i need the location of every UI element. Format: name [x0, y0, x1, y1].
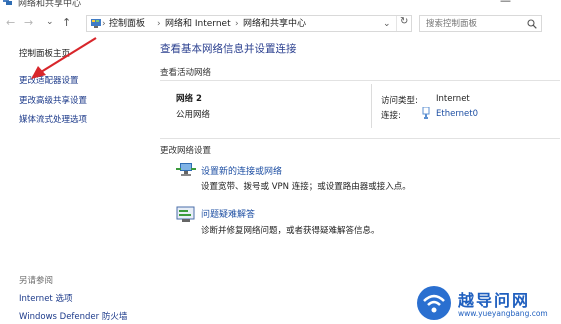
- divider: [160, 80, 560, 81]
- breadcrumb-separator: ›: [157, 19, 161, 29]
- address-dropdown-button[interactable]: ⌄: [383, 17, 391, 31]
- change-settings-heading: 更改网络设置: [160, 146, 212, 156]
- page-title: 查看基本网络信息并设置连接: [160, 43, 297, 55]
- divider: [371, 84, 372, 128]
- watermark: 越导问网 www.yueyangbang.com: [416, 283, 561, 324]
- wifi-logo-icon: [417, 286, 451, 320]
- divider: [160, 138, 560, 139]
- access-type-label: 访问类型:: [381, 96, 418, 106]
- see-also-defender-firewall[interactable]: Windows Defender 防火墙: [19, 310, 127, 322]
- sidebar-item-media-streaming[interactable]: 媒体流式处理选项: [19, 113, 87, 125]
- refresh-icon: ↻: [400, 16, 409, 27]
- recent-locations-button[interactable]: ⌄: [46, 15, 54, 29]
- see-also-internet-options[interactable]: Internet 选项: [19, 292, 72, 304]
- forward-button[interactable]: →: [24, 16, 33, 30]
- breadcrumb-network-sharing-center[interactable]: 网络和共享中心: [243, 17, 306, 31]
- network-type[interactable]: 公用网络: [176, 108, 210, 120]
- search-icon[interactable]: [527, 19, 537, 29]
- setup-connection-link[interactable]: 设置新的连接或网络: [201, 164, 282, 177]
- window-title: 网络和共享中心: [18, 0, 82, 9]
- control-panel-icon: [91, 19, 101, 28]
- navigation-bar: ← → ⌄ ↑ › 控制面板 › 网络和 Internet › 网络和共享中心 …: [0, 11, 561, 35]
- connections-label: 连接:: [381, 111, 401, 121]
- breadcrumb-network-internet[interactable]: 网络和 Internet: [165, 17, 231, 31]
- network-center-icon: [3, 0, 12, 5]
- network-name: 网络 2: [176, 94, 202, 104]
- ethernet-icon: [422, 107, 430, 119]
- troubleshoot-icon: [176, 206, 195, 222]
- refresh-button[interactable]: ↻: [396, 16, 413, 31]
- troubleshoot-link[interactable]: 问题疑难解答: [201, 207, 255, 220]
- up-button[interactable]: ↑: [62, 16, 71, 30]
- watermark-url: www.yueyangbang.com: [458, 309, 548, 318]
- back-button[interactable]: ←: [6, 16, 15, 30]
- minimize-button[interactable]: —: [500, 0, 511, 7]
- breadcrumb-separator: ›: [235, 19, 239, 29]
- ethernet0-link[interactable]: Ethernet0: [436, 109, 478, 119]
- see-also-heading: 另请参阅: [19, 276, 54, 286]
- search-box[interactable]: [419, 15, 542, 32]
- setup-connection-desc: 设置宽带、拨号或 VPN 连接；或设置路由器或接入点。: [201, 182, 411, 192]
- troubleshoot-desc: 诊断并修复网络问题，或者获得疑难解答信息。: [201, 226, 380, 236]
- new-connection-icon: [176, 163, 196, 176]
- annotation-arrow: [31, 37, 97, 79]
- sidebar-item-change-advanced-sharing[interactable]: 更改高级共享设置: [19, 94, 87, 106]
- access-type-value: Internet: [436, 94, 470, 104]
- address-bar[interactable]: › 控制面板 › 网络和 Internet › 网络和共享中心 ⌄: [86, 15, 412, 32]
- search-input[interactable]: [422, 17, 526, 30]
- breadcrumb-separator: ›: [102, 19, 106, 29]
- active-networks-heading: 查看活动网络: [160, 68, 212, 78]
- watermark-text: 越导问网: [458, 291, 531, 310]
- title-bar: 网络和共享中心 —: [0, 0, 561, 10]
- breadcrumb-control-panel[interactable]: 控制面板: [109, 17, 145, 31]
